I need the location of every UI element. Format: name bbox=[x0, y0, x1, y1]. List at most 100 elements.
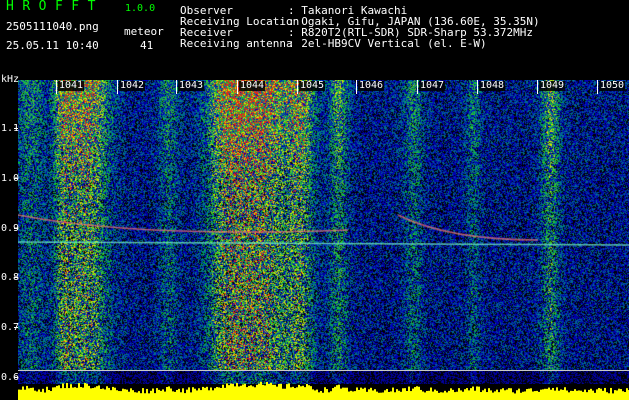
level-bar bbox=[60, 388, 62, 400]
level-bar bbox=[196, 390, 198, 400]
level-bar bbox=[208, 390, 210, 400]
level-bar bbox=[220, 387, 222, 400]
level-bar bbox=[294, 388, 296, 400]
level-bar bbox=[394, 392, 396, 400]
level-bar bbox=[30, 387, 32, 400]
level-bar bbox=[174, 391, 176, 400]
y-tick-label: 0.8 bbox=[1, 272, 20, 283]
level-bar bbox=[138, 391, 140, 400]
level-bar bbox=[132, 390, 134, 400]
level-bar bbox=[478, 386, 480, 400]
level-bar bbox=[548, 387, 550, 400]
level-bar bbox=[372, 390, 374, 400]
level-bar bbox=[516, 390, 518, 400]
level-bar bbox=[44, 392, 46, 400]
level-bar bbox=[270, 382, 272, 400]
level-bar bbox=[176, 390, 178, 400]
level-bar bbox=[128, 391, 130, 400]
level-bar bbox=[54, 387, 56, 400]
level-bar bbox=[214, 388, 216, 400]
level-bar bbox=[442, 392, 444, 400]
level-bar bbox=[492, 392, 494, 400]
level-bar bbox=[162, 389, 164, 400]
level-bar bbox=[578, 390, 580, 400]
x-tick-label: 1046 bbox=[358, 80, 385, 91]
level-bar bbox=[292, 386, 294, 400]
level-bar bbox=[402, 388, 404, 400]
level-bar bbox=[98, 385, 100, 400]
level-bar bbox=[34, 390, 36, 400]
level-bar bbox=[242, 384, 244, 400]
level-bar bbox=[584, 389, 586, 400]
level-bar bbox=[146, 388, 148, 400]
level-bar bbox=[350, 390, 352, 400]
station-info-values: : Takanori Kawachi : Ogaki, Gifu, JAPAN … bbox=[288, 5, 540, 77]
level-bar bbox=[352, 391, 354, 400]
level-bar bbox=[470, 388, 472, 400]
level-bar bbox=[280, 383, 282, 400]
y-tick-label: 0.7 bbox=[1, 322, 20, 333]
level-bar bbox=[318, 392, 320, 400]
level-bar bbox=[148, 393, 150, 400]
level-bar bbox=[168, 386, 170, 400]
level-bar bbox=[212, 390, 214, 400]
level-bar bbox=[624, 392, 626, 400]
level-bar bbox=[228, 385, 230, 400]
level-bar bbox=[94, 387, 96, 400]
level-bar bbox=[586, 392, 588, 400]
x-tick-label: 1044 bbox=[239, 80, 266, 91]
level-bar bbox=[84, 383, 86, 400]
level-bar bbox=[514, 393, 516, 400]
level-bar bbox=[456, 391, 458, 400]
x-tick-label: 1045 bbox=[299, 80, 326, 91]
level-bar bbox=[568, 392, 570, 400]
level-bar bbox=[310, 386, 312, 400]
x-tick bbox=[356, 80, 357, 94]
level-bar bbox=[282, 388, 284, 400]
level-bar bbox=[518, 388, 520, 400]
level-bar bbox=[160, 390, 162, 400]
level-bar bbox=[210, 387, 212, 400]
x-tick bbox=[117, 80, 118, 94]
level-bar bbox=[400, 391, 402, 400]
x-tick-label: 1047 bbox=[419, 80, 446, 91]
level-bar bbox=[298, 384, 300, 400]
level-bar bbox=[444, 390, 446, 400]
level-bar bbox=[344, 387, 346, 400]
level-bar bbox=[420, 389, 422, 400]
level-bar bbox=[438, 392, 440, 400]
level-bar bbox=[550, 389, 552, 400]
level-bar bbox=[434, 389, 436, 400]
app-version: 1.0.0 bbox=[125, 3, 156, 14]
level-bar bbox=[572, 390, 574, 400]
level-bar bbox=[112, 386, 114, 400]
x-tick bbox=[417, 80, 418, 94]
level-bar bbox=[154, 393, 156, 400]
level-bar bbox=[468, 390, 470, 400]
level-bar bbox=[498, 392, 500, 400]
level-bar bbox=[558, 390, 560, 400]
antenna-label: Receiving antenna bbox=[180, 37, 293, 50]
level-bar bbox=[70, 384, 72, 400]
level-bar bbox=[250, 385, 252, 400]
level-bar bbox=[482, 390, 484, 400]
level-bar bbox=[512, 392, 514, 400]
level-bar bbox=[158, 389, 160, 400]
level-bar bbox=[260, 381, 262, 400]
level-bar bbox=[18, 389, 20, 400]
level-bar bbox=[62, 383, 64, 400]
level-bar bbox=[614, 390, 616, 400]
level-bar bbox=[418, 386, 420, 400]
level-bar bbox=[428, 390, 430, 400]
level-bar bbox=[472, 386, 474, 400]
level-bar bbox=[446, 392, 448, 400]
level-bar bbox=[258, 383, 260, 400]
level-bar bbox=[278, 384, 280, 400]
level-bar bbox=[526, 389, 528, 400]
level-bar bbox=[86, 383, 88, 400]
level-bar bbox=[532, 391, 534, 400]
level-bar bbox=[320, 391, 322, 400]
level-bar bbox=[476, 386, 478, 400]
level-bar bbox=[248, 385, 250, 400]
level-bar bbox=[480, 392, 482, 400]
